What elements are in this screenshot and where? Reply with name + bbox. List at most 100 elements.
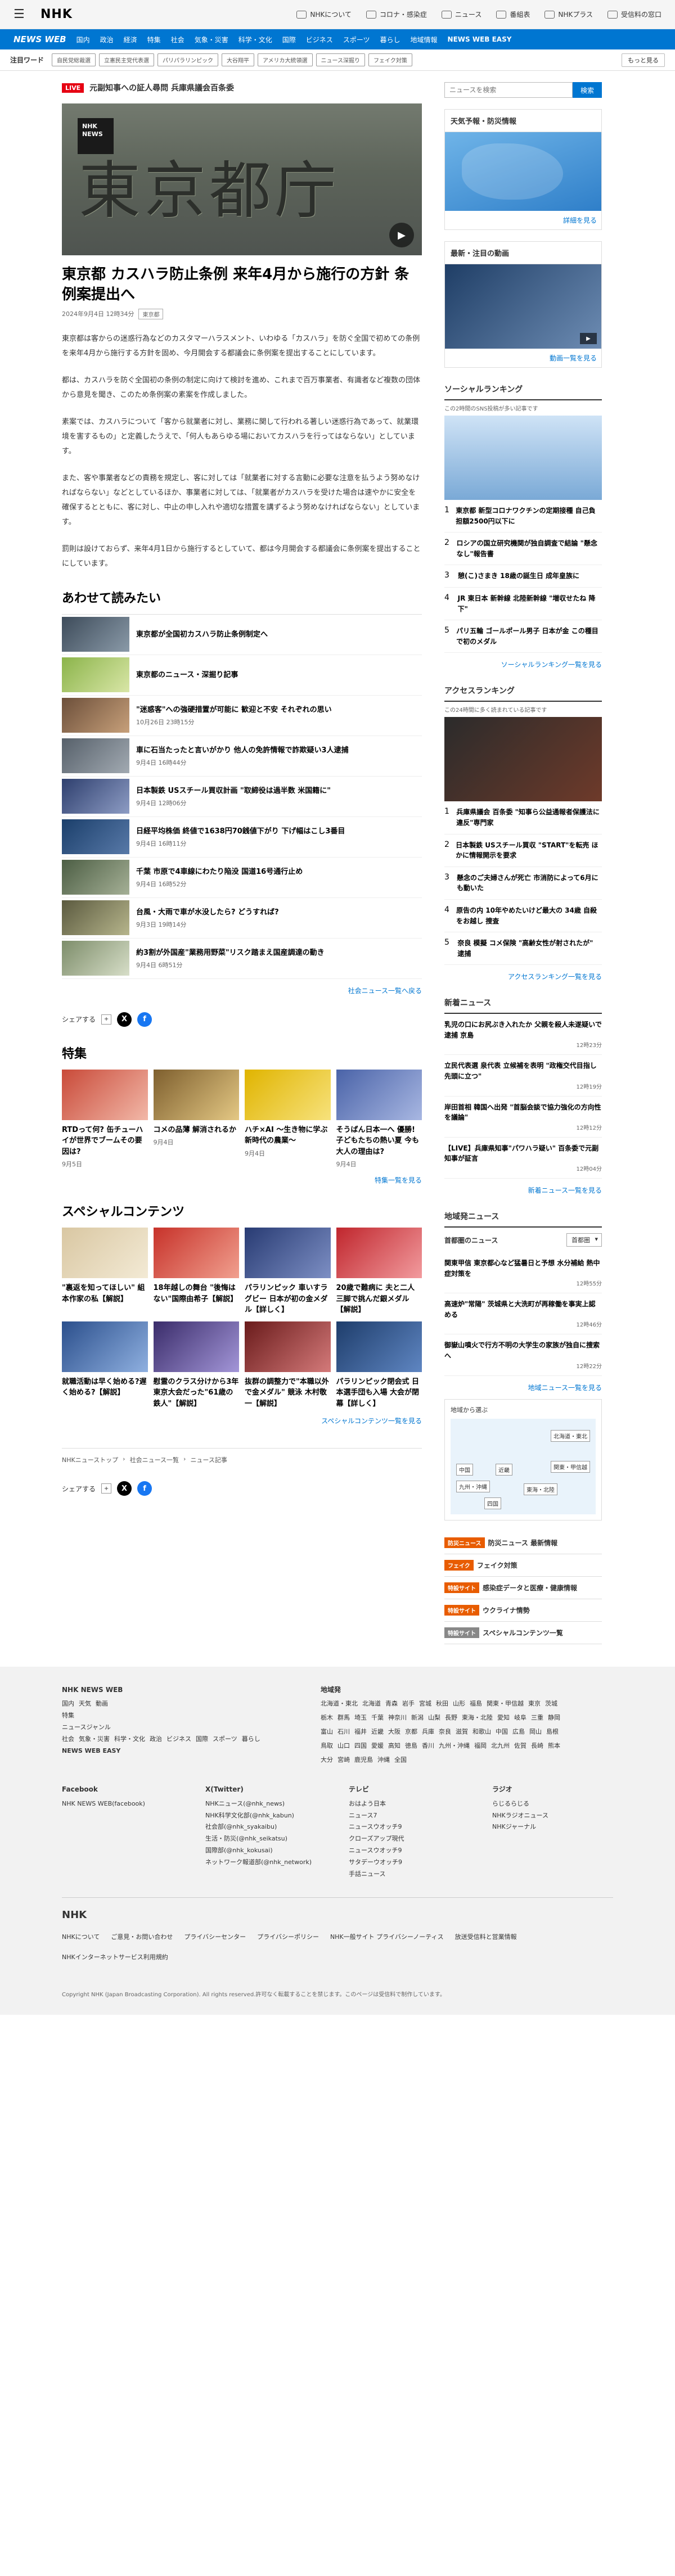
access-item[interactable]: 2 日本製鉄 USスチール買収 "START"を転売 ほかに情報開示を要求 xyxy=(444,834,602,867)
region-button[interactable]: 九州・沖縄 xyxy=(456,1480,490,1492)
global-link-plus[interactable]: NHKプラス xyxy=(544,10,593,19)
special-link[interactable]: 特設サイト ウクライナ情勢 xyxy=(444,1599,602,1622)
footer-link[interactable]: おはよう日本 xyxy=(349,1798,470,1810)
footer-link[interactable]: NEWS WEB EASY xyxy=(62,1745,298,1757)
access-item[interactable]: 4 原告の内 10年やめたいけど最大の 34歳 自殺をお越し 捜査 xyxy=(444,900,602,933)
breadcrumb-item[interactable]: 社会ニュース一覧 xyxy=(130,1455,179,1464)
special-card[interactable]: "裏返を知ってほしい" 組本作家の私【解説】 xyxy=(62,1228,148,1316)
footer-region-link[interactable]: 静岡 xyxy=(548,1712,560,1724)
local-item[interactable]: 高速炉"常陽" 茨城県と大洗町が再稼働を事実上認める 12時46分 xyxy=(444,1293,602,1335)
global-link-corona[interactable]: コロナ・感染症 xyxy=(366,10,427,19)
access-more-link[interactable]: アクセスランキング一覧を見る xyxy=(444,972,602,981)
nav-item[interactable]: スポーツ xyxy=(343,35,370,44)
latest-item[interactable]: 立民代表選 泉代表 立候補を表明 "政権交代目指し先頭に立つ" 12時19分 xyxy=(444,1055,602,1097)
global-link-program[interactable]: 番組表 xyxy=(496,10,530,19)
footer-region-link[interactable]: 北海道 xyxy=(362,1698,381,1710)
footer-link[interactable]: 科学・文化 xyxy=(114,1734,145,1745)
footer-link[interactable]: NHKラジオニュース xyxy=(492,1810,613,1822)
social-item[interactable]: 2 ロシアの国立研究機関が独自調査で結論 "懸念なし"報告書 xyxy=(444,533,602,566)
local-item[interactable]: 御嶽山噴火で行方不明の大学生の家族が独自に捜索へ 12時22分 xyxy=(444,1334,602,1376)
footer-link[interactable]: 手話ニュース xyxy=(349,1869,470,1880)
special-link[interactable]: フェイク フェイク対策 xyxy=(444,1554,602,1577)
keyword-more-button[interactable]: もっと見る xyxy=(622,53,665,67)
footer-link[interactable]: ビジネス xyxy=(166,1734,191,1745)
feature-card[interactable]: ハチ×AI 〜生き物に学ぶ新時代の農業〜 9月4日 xyxy=(245,1069,331,1169)
related-item[interactable]: 東京都のニュース・深掘り記事 xyxy=(62,655,422,696)
keyword-tag[interactable]: 立憲民主党代表選 xyxy=(99,53,155,66)
footer-link[interactable]: NHKについて xyxy=(62,1932,100,1941)
footer-link[interactable]: NHK科学文化部(@nhk_kabun) xyxy=(205,1810,326,1822)
footer-region-link[interactable]: 岐阜 xyxy=(514,1712,526,1724)
footer-region-link[interactable]: 岡山 xyxy=(529,1726,542,1738)
search-button[interactable]: 検索 xyxy=(573,82,602,98)
nav-item[interactable]: 科学・文化 xyxy=(238,35,272,44)
special-card[interactable]: 慰霊のクラス分けから3年 東京大会だった"61歳の鉄人"【解説】 xyxy=(153,1321,239,1410)
footer-link[interactable]: 国内 xyxy=(62,1698,74,1710)
nav-item[interactable]: 気象・災害 xyxy=(195,35,228,44)
footer-region-link[interactable]: 栃木 xyxy=(321,1712,333,1724)
feature-card[interactable]: コメの品薄 解消されるか 9月4日 xyxy=(153,1069,239,1169)
hero-video[interactable]: 東京都庁 NHK NEWS ▶ xyxy=(62,103,422,255)
special-link[interactable]: 防災ニュース 防災ニュース 最新情報 xyxy=(444,1532,602,1554)
special-card[interactable]: パラリンピック 車いすラグビー 日本が初の金メダル【詳しく】 xyxy=(245,1228,331,1316)
footer-region-link[interactable]: 北海道・東北 xyxy=(321,1698,358,1710)
footer-link[interactable]: サタデーウオッチ9 xyxy=(349,1857,470,1869)
related-item[interactable]: 東京都が全国初カスハラ防止条例制定へ xyxy=(62,615,422,655)
related-more-link[interactable]: 社会ニュース一覧へ戻る xyxy=(62,986,422,995)
region-select[interactable]: 首都圏 ▾ xyxy=(566,1233,602,1247)
special-more-link[interactable]: スペシャルコンテンツ一覧を見る xyxy=(62,1416,422,1425)
footer-region-link[interactable]: 山口 xyxy=(338,1740,350,1752)
footer-region-link[interactable]: 茨城 xyxy=(545,1698,557,1710)
footer-link[interactable]: 国際 xyxy=(196,1734,208,1745)
footer-region-link[interactable]: 青森 xyxy=(385,1698,398,1710)
footer-region-link[interactable]: 福井 xyxy=(354,1726,367,1738)
footer-region-link[interactable]: 広島 xyxy=(512,1726,525,1738)
footer-link[interactable]: NHK一般サイト プライバシーノーティス xyxy=(330,1932,444,1941)
footer-region-link[interactable]: 福島 xyxy=(470,1698,482,1710)
footer-region-link[interactable]: 高知 xyxy=(388,1740,400,1752)
feature-card[interactable]: そうばん日本一へ 優勝!子どもたちの熱い夏 今も大人の理由は? 9月4日 xyxy=(336,1069,422,1169)
latest-item[interactable]: 乳児の口にお尻ぶき入れたか 父親を殺人未遂疑いで逮捕 京島 12時23分 xyxy=(444,1014,602,1055)
footer-link[interactable]: NHK NEWS WEB(facebook) xyxy=(62,1798,183,1810)
footer-region-link[interactable]: 九州・沖縄 xyxy=(439,1740,470,1752)
share-more-icon[interactable]: + xyxy=(101,1014,112,1025)
global-link-fee[interactable]: 受信料の窓口 xyxy=(607,10,662,19)
footer-region-link[interactable]: 中国 xyxy=(496,1726,508,1738)
nav-item[interactable]: ビジネス xyxy=(306,35,333,44)
search-input[interactable] xyxy=(444,82,573,98)
x-share-icon[interactable]: X xyxy=(117,1481,132,1496)
footer-link[interactable]: ニュースウオッチ9 xyxy=(349,1845,470,1857)
keyword-tag[interactable]: パリパラリンピック xyxy=(158,53,219,66)
footer-link[interactable]: ニュース7 xyxy=(349,1810,470,1822)
footer-region-link[interactable]: 長崎 xyxy=(531,1740,543,1752)
footer-region-link[interactable]: 和歌山 xyxy=(472,1726,491,1738)
related-item[interactable]: 約3割が外国産"業務用野菜"リスク踏まえ国産調達の動き 9月4日 6時51分 xyxy=(62,939,422,979)
latest-more-link[interactable]: 新着ニュース一覧を見る xyxy=(444,1185,602,1195)
footer-region-link[interactable]: 山形 xyxy=(453,1698,465,1710)
region-button[interactable]: 中国 xyxy=(456,1463,473,1476)
footer-link[interactable]: NHKニュース(@nhk_news) xyxy=(205,1798,326,1810)
menu-icon[interactable]: ☰ xyxy=(14,7,29,21)
footer-region-link[interactable]: 富山 xyxy=(321,1726,333,1738)
footer-region-link[interactable]: 愛知 xyxy=(497,1712,510,1724)
footer-region-link[interactable]: 香川 xyxy=(422,1740,434,1752)
nav-item[interactable]: NEWS WEB EASY xyxy=(448,35,512,43)
keyword-tag[interactable]: 自民党総裁選 xyxy=(52,53,96,66)
keyword-tag[interactable]: フェイク対策 xyxy=(368,53,412,66)
footer-region-link[interactable]: 宮崎 xyxy=(338,1754,350,1766)
footer-link[interactable]: 政治 xyxy=(150,1734,162,1745)
breadcrumb-item[interactable]: NHKニューストップ xyxy=(62,1455,118,1464)
footer-region-link[interactable]: 長野 xyxy=(445,1712,457,1724)
footer-link[interactable]: プライバシーポリシー xyxy=(257,1932,319,1941)
nav-item[interactable]: 国内 xyxy=(76,35,90,44)
related-item[interactable]: 日経平均株価 終値で1638円70銭値下がり 下げ幅はこし3番目 9月4日 16時… xyxy=(62,817,422,858)
footer-link[interactable]: NHKインターネットサービス利用規約 xyxy=(62,1952,168,1961)
footer-link[interactable]: 天気 xyxy=(79,1698,91,1710)
feature-card[interactable]: RTDって何? 缶チューハイが世界でブームその要因は? 9月5日 xyxy=(62,1069,148,1169)
footer-link[interactable]: スポーツ xyxy=(213,1734,237,1745)
footer-region-link[interactable]: 山梨 xyxy=(428,1712,440,1724)
social-item[interactable]: 4 JR 東日本 新幹線 北陸新幹線 "増収せたね 降下" xyxy=(444,588,602,621)
footer-region-link[interactable]: 埼玉 xyxy=(354,1712,367,1724)
footer-region-link[interactable]: 東京 xyxy=(528,1698,541,1710)
footer-region-link[interactable]: 三重 xyxy=(531,1712,543,1724)
